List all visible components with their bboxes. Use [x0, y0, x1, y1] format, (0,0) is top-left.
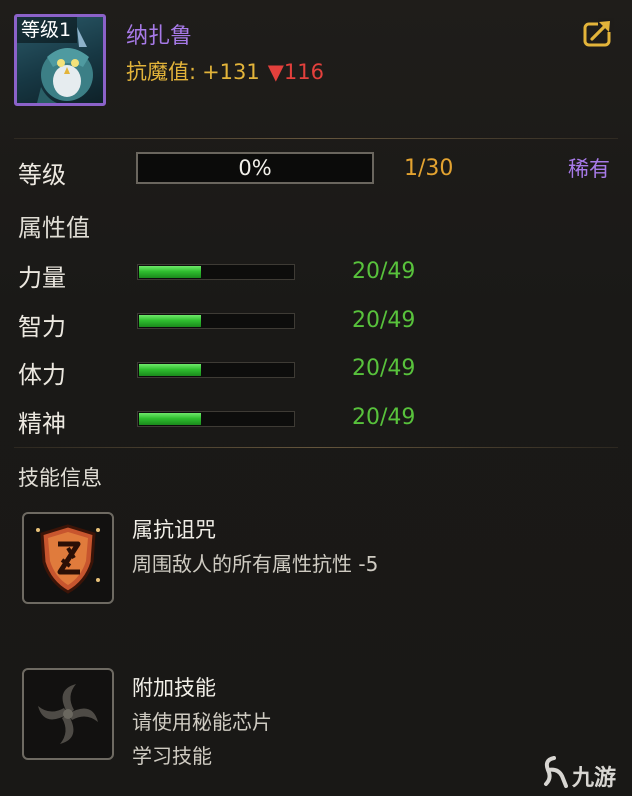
skill-slot-extra[interactable]: [22, 668, 114, 760]
spiral-blades-icon: [38, 684, 98, 744]
stat-fill: [139, 315, 201, 327]
stat-value-strength: 20/49: [352, 259, 416, 284]
share-button[interactable]: [582, 18, 614, 48]
skill-desc-curse: 周围敌人的所有属性抗性 -5: [132, 552, 379, 576]
stat-label-intelligence: 智力: [18, 313, 66, 341]
pet-portrait[interactable]: 等级1: [14, 14, 106, 106]
pet-detail-panel: 等级1 纳扎鲁 抗魔值: +131 ▼116 等级 0% 1/30 稀有 属性值 力…: [0, 0, 632, 796]
cursed-shield-icon: [36, 524, 100, 594]
divider: [14, 138, 618, 139]
stat-fill: [139, 413, 201, 425]
skills-title: 技能信息: [18, 466, 102, 490]
skill-name-curse: 属抗诅咒: [132, 518, 216, 542]
pet-name: 纳扎鲁: [126, 24, 193, 49]
stat-fill: [139, 266, 201, 278]
level-tag: 等级1: [17, 17, 78, 43]
stat-bar-stamina: [137, 362, 295, 378]
stat-bar-spirit: [137, 411, 295, 427]
magic-resist-bonus: +131: [202, 60, 260, 84]
magic-resist-label: 抗魔值:: [126, 60, 197, 84]
level-count: 1/30: [404, 156, 454, 181]
magic-resist-row: 抗魔值: +131 ▼116: [126, 56, 324, 86]
stat-label-stamina: 体力: [18, 361, 66, 389]
level-progress-bar: 0%: [136, 152, 374, 184]
stat-value-intelligence: 20/49: [352, 308, 416, 333]
magic-resist-requirement: ▼116: [267, 60, 324, 84]
share-export-icon: [583, 18, 614, 47]
skill-name-extra: 附加技能: [132, 676, 216, 700]
level-progress-text: 0%: [238, 156, 272, 180]
attributes-title: 属性值: [18, 214, 90, 242]
watermark-text: 九游: [572, 766, 617, 791]
stat-label-spirit: 精神: [18, 410, 66, 438]
stat-bar-intelligence: [137, 313, 295, 329]
skill-desc-extra-line1: 请使用秘能芯片: [132, 710, 272, 734]
stat-bar-strength: [137, 264, 295, 280]
stat-label-strength: 力量: [18, 264, 66, 292]
divider: [14, 447, 618, 448]
skill-slot-curse[interactable]: [22, 512, 114, 604]
stat-value-stamina: 20/49: [352, 356, 416, 381]
stat-value-spirit: 20/49: [352, 405, 416, 430]
stat-fill: [139, 364, 201, 376]
level-label: 等级: [18, 161, 66, 189]
rarity-badge: 稀有: [568, 157, 610, 181]
skill-desc-extra-line2: 学习技能: [132, 744, 212, 768]
